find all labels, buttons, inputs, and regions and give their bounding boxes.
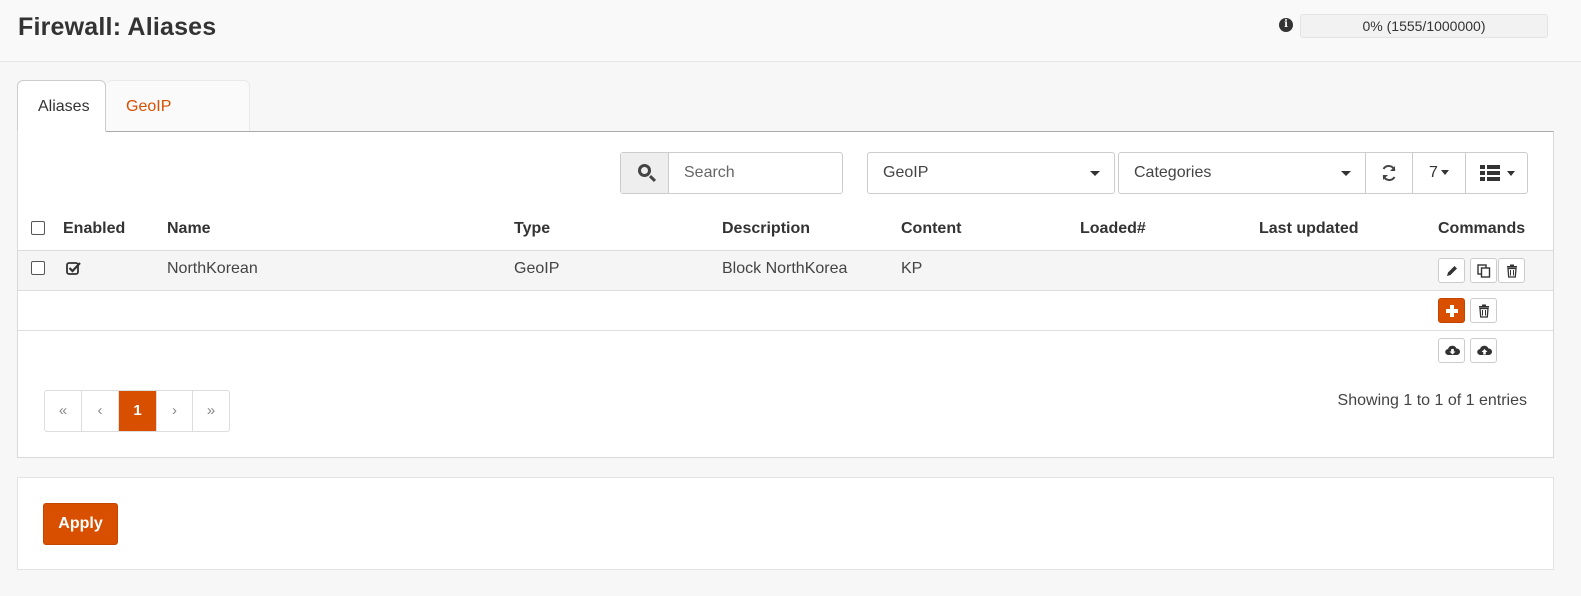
page-size-value: 7 <box>1429 164 1438 181</box>
column-header-last-updated[interactable]: Last updated <box>1259 220 1359 238</box>
delete-button[interactable] <box>1498 258 1525 283</box>
page-title: Firewall: Aliases <box>18 13 217 41</box>
pagination-last[interactable]: » <box>193 391 229 431</box>
caret-down-icon <box>1090 171 1100 176</box>
column-header-content[interactable]: Content <box>901 220 961 238</box>
upload-button[interactable] <box>1470 338 1497 363</box>
tab-geoip-settings[interactable]: GeoIP settings <box>106 80 250 167</box>
trash-icon <box>1479 304 1489 318</box>
caret-down-icon <box>1440 170 1449 176</box>
pagination-first[interactable]: « <box>45 391 82 431</box>
row-select-checkbox[interactable] <box>31 261 45 275</box>
tab-aliases[interactable]: Aliases <box>17 80 106 132</box>
alias-usage-progress: 0% (1555/1000000) <box>1300 14 1548 38</box>
info-icon[interactable]: i <box>1279 18 1293 32</box>
apply-panel: Apply <box>17 477 1554 570</box>
column-header-name[interactable]: Name <box>167 220 211 238</box>
refresh-icon <box>1382 165 1396 181</box>
category-filter-select[interactable]: Categories <box>1118 152 1366 194</box>
column-header-commands: Commands <box>1438 220 1526 237</box>
pencil-icon <box>1447 266 1457 276</box>
search-input[interactable] <box>669 153 842 193</box>
pagination: « ‹ 1 › » <box>44 390 230 432</box>
column-header-enabled[interactable]: Enabled <box>63 220 125 238</box>
search-icon[interactable] <box>621 153 669 193</box>
import-export-row <box>18 331 1553 371</box>
clone-button[interactable] <box>1470 258 1497 283</box>
category-filter-value: Categories <box>1134 164 1212 181</box>
apply-button[interactable]: Apply <box>43 503 118 545</box>
page-header: Firewall: Aliases i 0% (1555/1000000) <box>0 0 1581 62</box>
plus-icon <box>1446 305 1458 317</box>
pagination-page-1[interactable]: 1 <box>119 391 157 431</box>
alias-content: KP <box>901 260 923 277</box>
caret-down-icon <box>1341 171 1351 176</box>
list-icon <box>1480 165 1500 181</box>
add-alias-button[interactable] <box>1438 298 1465 323</box>
search-group <box>620 152 843 194</box>
pagination-next[interactable]: › <box>157 391 193 431</box>
table-row[interactable]: NorthKorean GeoIP Block NorthKorea KP <box>18 250 1553 291</box>
pagination-prev[interactable]: ‹ <box>82 391 119 431</box>
caret-down-icon <box>1507 171 1515 176</box>
cloud-upload-icon <box>1477 345 1492 356</box>
alias-type: GeoIP <box>514 260 560 277</box>
download-button[interactable] <box>1438 338 1465 363</box>
delete-selected-button[interactable] <box>1470 298 1497 323</box>
page-size-dropdown[interactable]: 7 <box>1412 152 1466 194</box>
type-filter-select[interactable]: GeoIP <box>867 152 1115 194</box>
alias-name: NorthKorean <box>167 260 258 277</box>
aliases-panel: GeoIP Categories 7 Enabled Name Type Des… <box>17 131 1554 458</box>
column-chooser-dropdown[interactable] <box>1465 152 1528 194</box>
trash-icon <box>1507 264 1517 278</box>
entries-summary: Showing 1 to 1 of 1 entries <box>1337 392 1527 409</box>
column-header-description[interactable]: Description <box>722 220 810 238</box>
type-filter-value: GeoIP <box>883 164 929 181</box>
copy-icon <box>1477 264 1491 278</box>
refresh-button[interactable] <box>1365 152 1413 194</box>
table-actions-row <box>18 291 1553 331</box>
cloud-download-icon <box>1445 345 1460 356</box>
select-all-checkbox[interactable] <box>31 221 45 235</box>
edit-button[interactable] <box>1438 258 1465 283</box>
alias-description: Block NorthKorea <box>722 260 848 277</box>
column-header-type[interactable]: Type <box>514 220 550 238</box>
enabled-check-icon[interactable] <box>66 261 82 276</box>
column-header-loaded[interactable]: Loaded# <box>1080 220 1146 238</box>
